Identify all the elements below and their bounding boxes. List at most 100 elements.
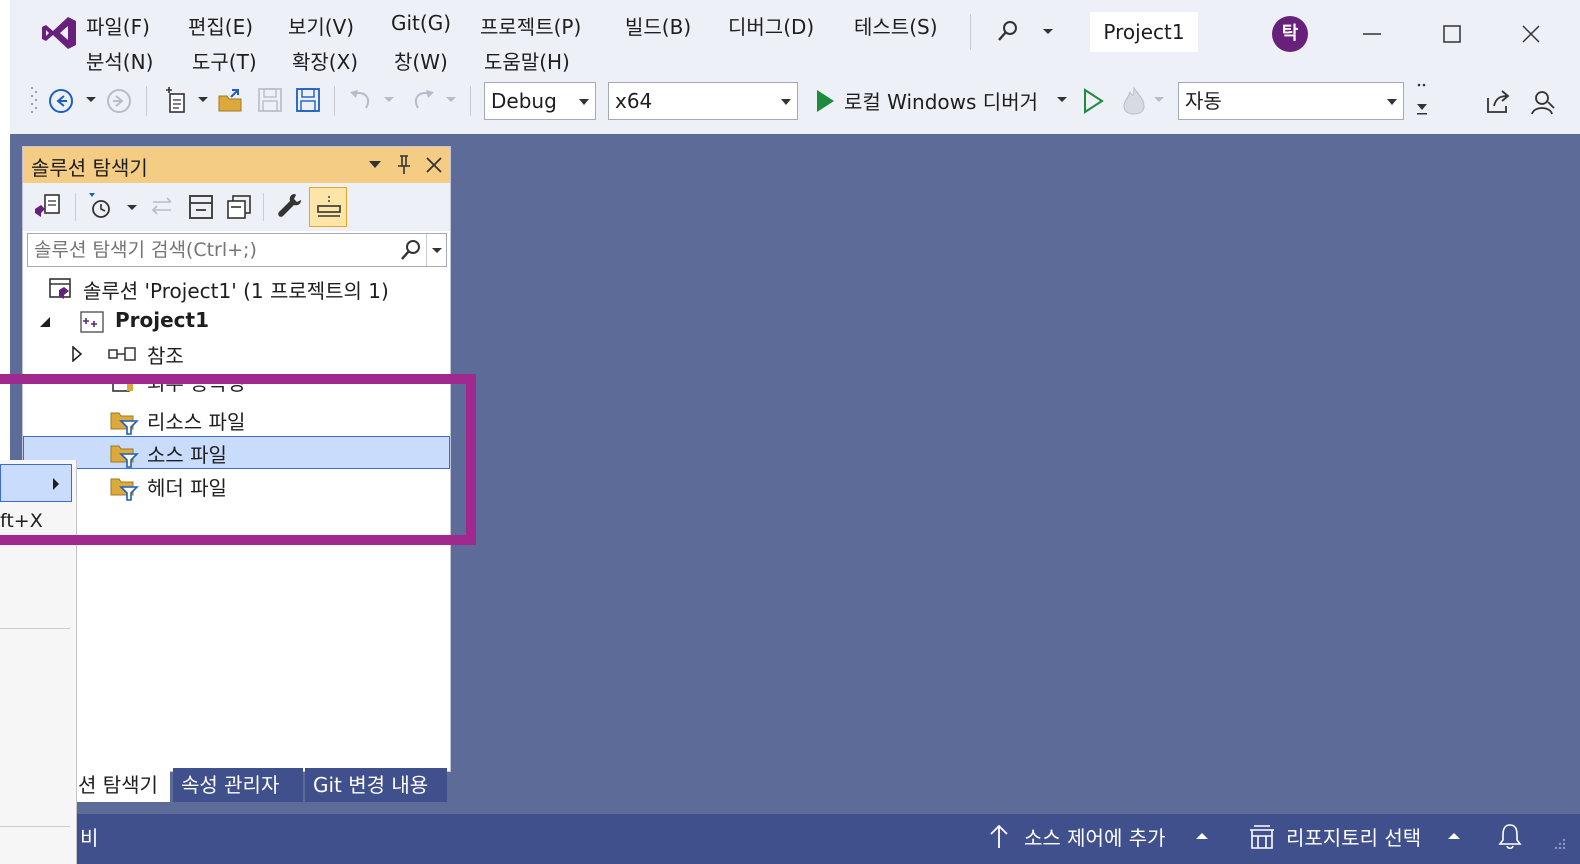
open-folder-icon[interactable] (216, 86, 246, 116)
navigate-forward-icon (107, 89, 131, 113)
filter-dropdown-icon[interactable] (127, 204, 137, 212)
collapsed-arrow-icon[interactable] (71, 346, 83, 362)
solution-explorer-header[interactable]: 솔루션 탐색기 (23, 147, 450, 183)
preview-selected-items-button[interactable] (309, 187, 347, 227)
debugger-dropdown-icon[interactable] (1057, 96, 1067, 104)
configuration-value: Debug (491, 89, 557, 113)
new-dropdown-icon[interactable] (198, 96, 208, 104)
live-share-icon[interactable] (1484, 88, 1512, 116)
redo-dropdown-icon (446, 97, 456, 102)
tree-item-label: Project1 (115, 308, 210, 332)
search-dropdown-icon[interactable] (1042, 28, 1054, 36)
close-icon[interactable] (1521, 24, 1541, 44)
search-options-icon[interactable] (432, 247, 442, 255)
chevron-up-icon[interactable] (1448, 832, 1460, 840)
sync-with-active-document-icon (151, 197, 172, 215)
menu-view[interactable]: 보기(V) (288, 11, 354, 40)
menu-tools[interactable]: 도구(T) (192, 46, 257, 75)
panel-options-icon[interactable] (369, 160, 381, 170)
start-debugger-label[interactable]: 로컬 Windows 디버거 (844, 86, 1038, 115)
platform-select[interactable]: x64 (608, 82, 798, 120)
resize-grip-icon[interactable] (1548, 836, 1568, 856)
search-separator (426, 234, 427, 266)
menu-git[interactable]: Git(G) (391, 11, 451, 35)
chevron-up-icon[interactable] (1196, 832, 1208, 840)
search-icon[interactable] (996, 19, 1020, 43)
menu-project[interactable]: 프로젝트(P) (480, 11, 581, 40)
menu-analyze[interactable]: 분석(N) (86, 46, 153, 75)
redo-icon (414, 90, 434, 109)
chevron-down-icon (1387, 99, 1397, 105)
pin-icon[interactable] (395, 154, 413, 176)
status-ready-text: 비 (80, 826, 99, 850)
cpp-project-icon (80, 311, 104, 333)
solution-search-input[interactable] (28, 234, 394, 266)
start-without-debug-icon[interactable] (1082, 88, 1104, 114)
configuration-select[interactable]: Debug (484, 82, 596, 120)
chevron-down-icon (579, 99, 589, 105)
collapse-all-icon[interactable] (187, 193, 215, 221)
toolbar-separator (334, 86, 335, 116)
menu-separator (970, 14, 971, 50)
toolbar-grip-icon[interactable] (30, 84, 38, 116)
toolbar-overflow-icon[interactable] (1414, 82, 1430, 118)
solution-explorer-toolbar (23, 183, 450, 231)
tab-solution-explorer[interactable]: 션 탐색기 (70, 768, 170, 802)
menu-help[interactable]: 도움말(H) (484, 46, 570, 75)
chevron-down-icon (781, 99, 791, 105)
auto-select[interactable]: 자동 (1178, 82, 1404, 120)
tree-item-solution[interactable]: 솔루션 'Project1' (1 프로젝트의 1) (23, 272, 450, 305)
menu-edit[interactable]: 편집(E) (188, 11, 253, 40)
switch-views-icon[interactable] (33, 193, 63, 221)
tree-item-project[interactable]: Project1 (23, 305, 450, 338)
toolbar-separator (470, 86, 471, 116)
start-debug-icon[interactable] (814, 88, 836, 114)
visual-studio-logo-icon (42, 17, 76, 49)
menu-test[interactable]: 테스트(S) (854, 11, 938, 40)
maximize-icon[interactable] (1442, 24, 1462, 44)
tab-git-changes[interactable]: Git 변경 내용 (305, 768, 447, 802)
platform-value: x64 (615, 89, 653, 113)
notification-bell-icon[interactable] (1498, 822, 1522, 850)
toolbar-separator (75, 193, 76, 221)
feedback-icon[interactable] (1528, 88, 1556, 116)
pending-changes-filter-icon[interactable] (85, 191, 113, 221)
new-project-icon[interactable] (162, 86, 192, 116)
toolbar-separator (263, 193, 264, 221)
menu-build[interactable]: 빌드(B) (625, 11, 691, 40)
minimize-icon[interactable] (1362, 24, 1382, 44)
hot-reload-icon (1123, 86, 1145, 115)
properties-wrench-icon[interactable] (275, 191, 303, 221)
tree-item-label: 참조 (147, 344, 184, 368)
project-name-badge[interactable]: Project1 (1090, 12, 1198, 52)
solution-search-box[interactable] (27, 233, 447, 267)
menu-window[interactable]: 창(W) (394, 46, 448, 75)
repository-icon[interactable] (1248, 824, 1276, 852)
save-all-icon[interactable] (294, 86, 322, 114)
context-menu-separator (0, 826, 70, 827)
tree-item-references[interactable]: 참조 (23, 337, 450, 370)
auto-value: 자동 (1185, 89, 1222, 113)
menu-file[interactable]: 파일(F) (86, 11, 150, 40)
select-repository-button[interactable]: 리포지토리 선택 (1286, 822, 1421, 851)
add-to-source-control-button[interactable]: 소스 제어에 추가 (1024, 822, 1166, 851)
title-bar: 파일(F) 편집(E) 보기(V) Git(G) 프로젝트(P) 빌드(B) 디… (10, 0, 1580, 134)
show-all-files-icon[interactable] (225, 193, 253, 221)
status-bar: 비 소스 제어에 추가 리포지토리 선택 (0, 814, 1580, 864)
toolbar-separator (146, 86, 147, 116)
search-icon[interactable] (400, 239, 422, 261)
hot-reload-dropdown-icon (1154, 97, 1164, 102)
back-dropdown-icon[interactable] (86, 96, 96, 104)
menu-extensions[interactable]: 확장(X) (292, 46, 358, 75)
tree-item-label: 솔루션 'Project1' (1 프로젝트의 1) (83, 279, 389, 303)
tab-property-manager[interactable]: 속성 관리자 (173, 768, 303, 802)
arrow-up-icon[interactable] (988, 824, 1010, 850)
undo-dropdown-icon (384, 97, 394, 102)
expanded-arrow-icon[interactable] (39, 316, 51, 328)
navigate-back-icon[interactable] (48, 88, 74, 114)
menu-debug[interactable]: 디버그(D) (728, 11, 814, 40)
annotation-highlight-box (0, 374, 476, 545)
avatar[interactable]: 탁 (1272, 16, 1308, 52)
panel-close-icon[interactable] (425, 156, 443, 174)
references-icon (108, 347, 136, 361)
